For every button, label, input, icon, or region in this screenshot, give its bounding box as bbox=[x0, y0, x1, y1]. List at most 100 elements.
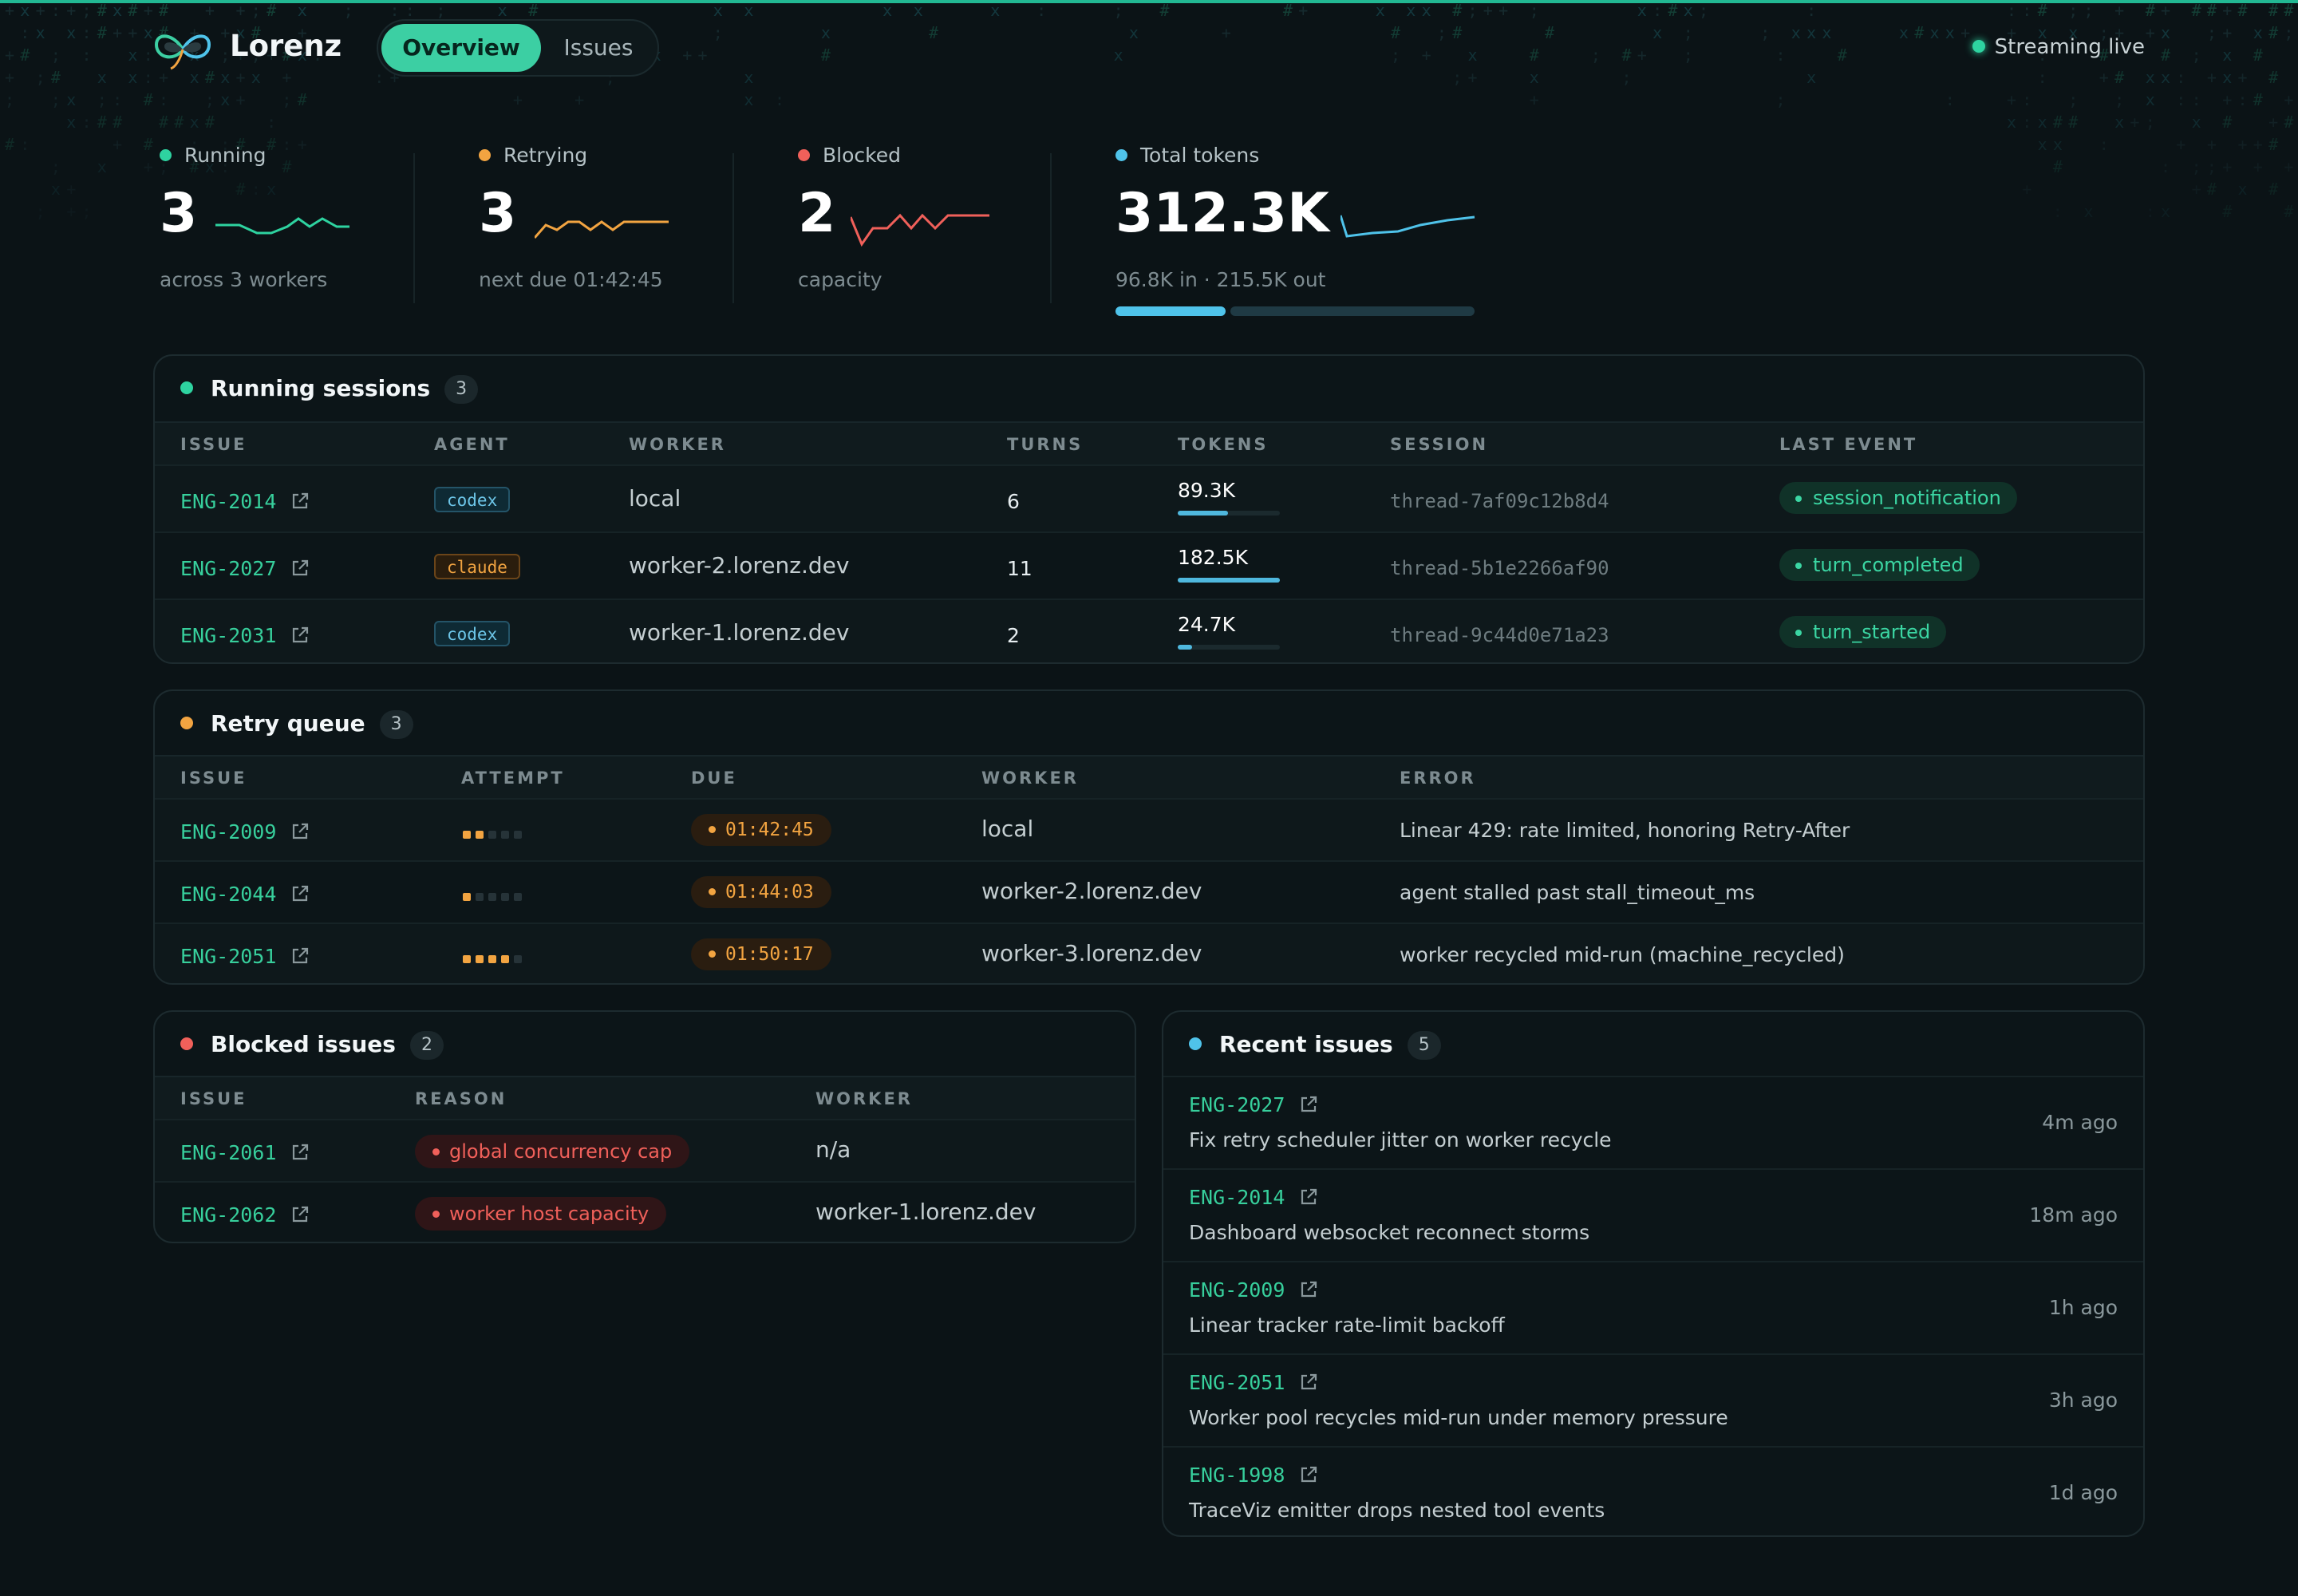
issue-link[interactable]: ENG-2061 bbox=[180, 1141, 310, 1164]
external-link-icon[interactable] bbox=[1299, 1280, 1318, 1299]
svg-text::: : bbox=[2099, 135, 2109, 154]
external-link-icon[interactable] bbox=[290, 626, 310, 645]
due-badge: 01:42:45 bbox=[691, 814, 831, 846]
running-dot-icon bbox=[180, 381, 193, 394]
svg-text::: : bbox=[267, 113, 276, 132]
issue-id[interactable]: ENG-2031 bbox=[180, 624, 276, 647]
issue-id[interactable]: ENG-2061 bbox=[180, 1141, 276, 1164]
svg-text::: : bbox=[2007, 1, 2016, 20]
issue-link[interactable]: ENG-2062 bbox=[180, 1203, 310, 1227]
issue-id[interactable]: ENG-2009 bbox=[180, 820, 276, 843]
svg-text:;: ; bbox=[82, 202, 92, 221]
svg-text:#: # bbox=[144, 90, 153, 109]
external-link-icon[interactable] bbox=[290, 1143, 310, 1162]
issue-id[interactable]: ENG-2044 bbox=[180, 883, 276, 906]
svg-text:x: x bbox=[2161, 68, 2170, 87]
issue-id[interactable]: ENG-2027 bbox=[1189, 1093, 1285, 1116]
table-row[interactable]: ENG-2044 01:44:03 worker-2.lorenz.dev agent… bbox=[155, 860, 2143, 922]
svg-text:#: # bbox=[159, 1, 168, 20]
svg-text:x: x bbox=[97, 68, 107, 87]
last-event-text: session_notification bbox=[1813, 487, 2001, 509]
svg-text:;: ; bbox=[1468, 1, 1478, 20]
worker-name: worker-3.lorenz.dev bbox=[981, 940, 1202, 966]
svg-text::: : bbox=[82, 113, 92, 132]
table-row[interactable]: ENG-2051 01:50:17 worker-3.lorenz.dev worke… bbox=[155, 922, 2143, 983]
external-link-icon[interactable] bbox=[1299, 1095, 1318, 1114]
issue-id[interactable]: ENG-2051 bbox=[180, 945, 276, 968]
time-ago: 3h ago bbox=[2048, 1389, 2118, 1412]
issue-title: TraceViz emitter drops nested tool event… bbox=[1189, 1499, 1605, 1522]
col-last-event: LAST EVENT bbox=[1779, 435, 1918, 454]
issue-link[interactable]: ENG-2027 bbox=[180, 557, 310, 580]
issue-link[interactable]: ENG-2051 bbox=[180, 945, 310, 968]
external-link-icon[interactable] bbox=[290, 822, 310, 841]
external-link-icon[interactable] bbox=[290, 559, 310, 578]
external-link-icon[interactable] bbox=[1299, 1187, 1318, 1207]
stat-retrying-label: Retrying bbox=[503, 144, 588, 167]
svg-text:#: # bbox=[97, 113, 107, 132]
issue-id[interactable]: ENG-2009 bbox=[1189, 1278, 1285, 1302]
svg-text:;: ; bbox=[36, 202, 45, 221]
external-link-icon[interactable] bbox=[290, 946, 310, 966]
session-id: thread-5b1e2266af90 bbox=[1390, 557, 1609, 579]
table-row[interactable]: ENG-2061 global concurrency cap n/a bbox=[155, 1119, 1135, 1181]
issue-link[interactable]: ENG-2014 bbox=[1189, 1186, 1318, 1209]
issue-link[interactable]: ENG-2044 bbox=[180, 883, 310, 906]
list-item[interactable]: ENG-2014 Dashboard websocket reconnect st… bbox=[1163, 1168, 2143, 1261]
issue-id[interactable]: ENG-2014 bbox=[1189, 1186, 1285, 1209]
issue-id[interactable]: ENG-2027 bbox=[180, 557, 276, 580]
turns-count: 6 bbox=[1007, 490, 1020, 513]
blocked-issues-count: 2 bbox=[409, 1031, 444, 1060]
svg-text:x: x bbox=[2146, 90, 2155, 109]
issue-title: Fix retry scheduler jitter on worker rec… bbox=[1189, 1128, 1612, 1152]
svg-text:#: # bbox=[2284, 1, 2293, 20]
svg-text::: : bbox=[51, 1, 61, 20]
svg-text:x: x bbox=[113, 1, 122, 20]
external-link-icon[interactable] bbox=[1299, 1465, 1318, 1484]
last-event-text: turn_completed bbox=[1813, 554, 1964, 576]
table-row[interactable]: ENG-2027 claude worker-2.lorenz.dev 11 182.5… bbox=[155, 531, 2143, 598]
external-link-icon[interactable] bbox=[1299, 1373, 1318, 1392]
external-link-icon[interactable] bbox=[290, 884, 310, 903]
attempt-indicator bbox=[463, 827, 527, 842]
issue-link[interactable]: ENG-2027 bbox=[1189, 1093, 1318, 1116]
issue-link[interactable]: ENG-1998 bbox=[1189, 1464, 1318, 1487]
issue-link[interactable]: ENG-2051 bbox=[1189, 1371, 1318, 1394]
svg-text:#: # bbox=[2268, 180, 2278, 199]
stat-tokens-label: Total tokens bbox=[1140, 144, 1260, 167]
svg-text:x: x bbox=[1637, 1, 1647, 20]
last-event-text: turn_started bbox=[1813, 621, 1931, 643]
list-item[interactable]: ENG-1998 TraceViz emitter drops nested to… bbox=[1163, 1446, 2143, 1535]
running-sparkline bbox=[215, 217, 349, 235]
external-link-icon[interactable] bbox=[290, 1205, 310, 1224]
list-item[interactable]: ENG-2051 Worker pool recycles mid-run und… bbox=[1163, 1353, 2143, 1446]
svg-text::: : bbox=[144, 68, 153, 87]
table-row[interactable]: ENG-2062 worker host capacity worker-1.lor… bbox=[155, 1181, 1135, 1242]
tab-issues[interactable]: Issues bbox=[549, 24, 648, 72]
tab-overview[interactable]: Overview bbox=[381, 24, 541, 72]
list-item[interactable]: ENG-2027 Fix retry scheduler jitter on wo… bbox=[1163, 1076, 2143, 1168]
issue-id[interactable]: ENG-2051 bbox=[1189, 1371, 1285, 1394]
issue-id[interactable]: ENG-1998 bbox=[1189, 1464, 1285, 1487]
lorenz-logo-icon bbox=[154, 34, 211, 70]
issue-link[interactable]: ENG-2014 bbox=[180, 490, 310, 513]
issue-link[interactable]: ENG-2009 bbox=[180, 820, 310, 843]
svg-text:;: ; bbox=[2114, 90, 2124, 109]
issue-id[interactable]: ENG-2062 bbox=[180, 1203, 276, 1227]
svg-text:;: ; bbox=[436, 1, 445, 20]
time-ago: 18m ago bbox=[2029, 1203, 2118, 1227]
svg-text:+: + bbox=[2222, 1, 2232, 20]
blocked-issues-header: ISSUE REASON WORKER bbox=[155, 1076, 1135, 1119]
running-dot-icon bbox=[160, 149, 172, 161]
issue-link[interactable]: ENG-2009 bbox=[1189, 1278, 1318, 1302]
table-row[interactable]: ENG-2031 codex worker-1.lorenz.dev 2 24.7K th… bbox=[155, 598, 2143, 662]
external-link-icon[interactable] bbox=[290, 492, 310, 511]
list-item[interactable]: ENG-2009 Linear tracker rate-limit backof… bbox=[1163, 1261, 2143, 1353]
svg-text:;: ; bbox=[1114, 1, 1123, 20]
svg-text:#: # bbox=[174, 113, 184, 132]
issue-link[interactable]: ENG-2031 bbox=[180, 624, 310, 647]
table-row[interactable]: ENG-2014 codex local 6 89.3K thread-7af09c12b… bbox=[155, 464, 2143, 531]
table-row[interactable]: ENG-2009 01:42:45 local Linear 429: rate li… bbox=[155, 798, 2143, 860]
issue-id[interactable]: ENG-2014 bbox=[180, 490, 276, 513]
attempt-pip bbox=[514, 893, 522, 901]
